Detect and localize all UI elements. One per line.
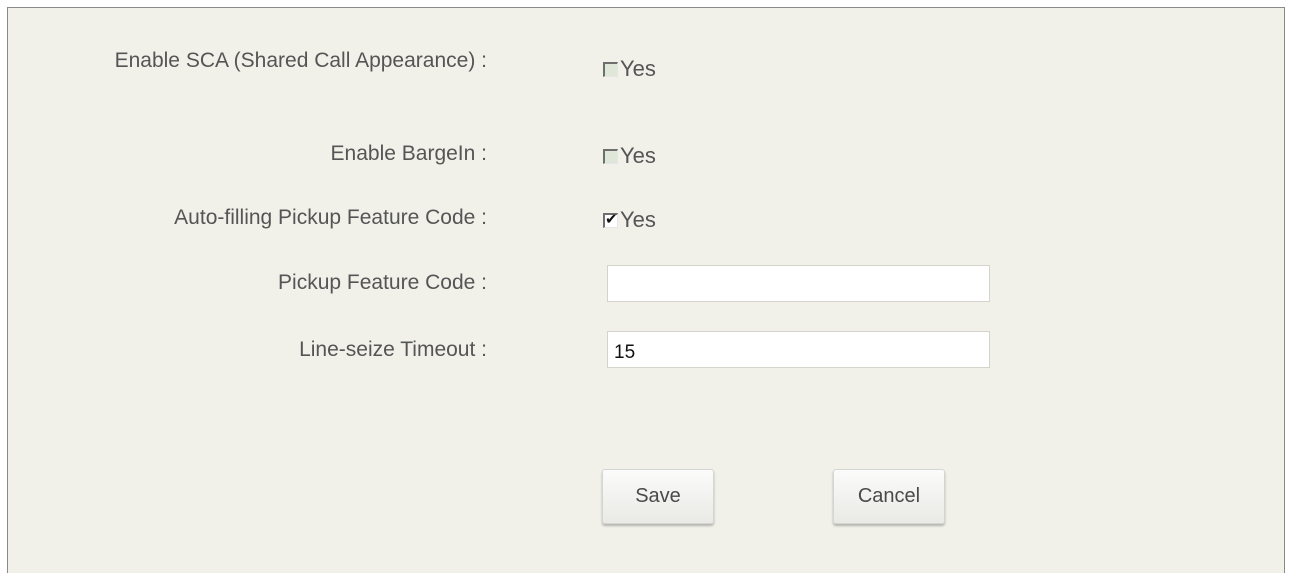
sca-option-label[interactable]: Yes [620,56,656,82]
bargein-option-label[interactable]: Yes [620,143,656,169]
pickup-code-input[interactable] [607,265,990,302]
sca-option[interactable]: ✔ Yes [603,56,656,82]
sca-checkbox[interactable]: ✔ [603,61,618,77]
line-seize-label: Line-seize Timeout : [299,338,487,361]
pickup-code-label: Pickup Feature Code : [278,271,487,294]
sca-label: Enable SCA (Shared Call Appearance) : [114,49,487,72]
auto-pickup-checkbox[interactable]: ✔ [603,209,618,228]
bargein-option[interactable]: ✔ Yes [603,143,656,169]
auto-pickup-option-label[interactable]: Yes [620,207,656,233]
checkmark-icon: ✔ [605,209,618,228]
cancel-button[interactable]: Cancel [833,469,945,524]
bargein-label: Enable BargeIn : [330,142,487,165]
save-button[interactable]: Save [602,469,714,524]
bargein-checkbox[interactable]: ✔ [603,148,618,164]
auto-pickup-label: Auto-filling Pickup Feature Code : [174,206,487,229]
auto-pickup-option[interactable]: ✔ Yes [603,207,656,233]
line-seize-input[interactable] [607,331,990,368]
